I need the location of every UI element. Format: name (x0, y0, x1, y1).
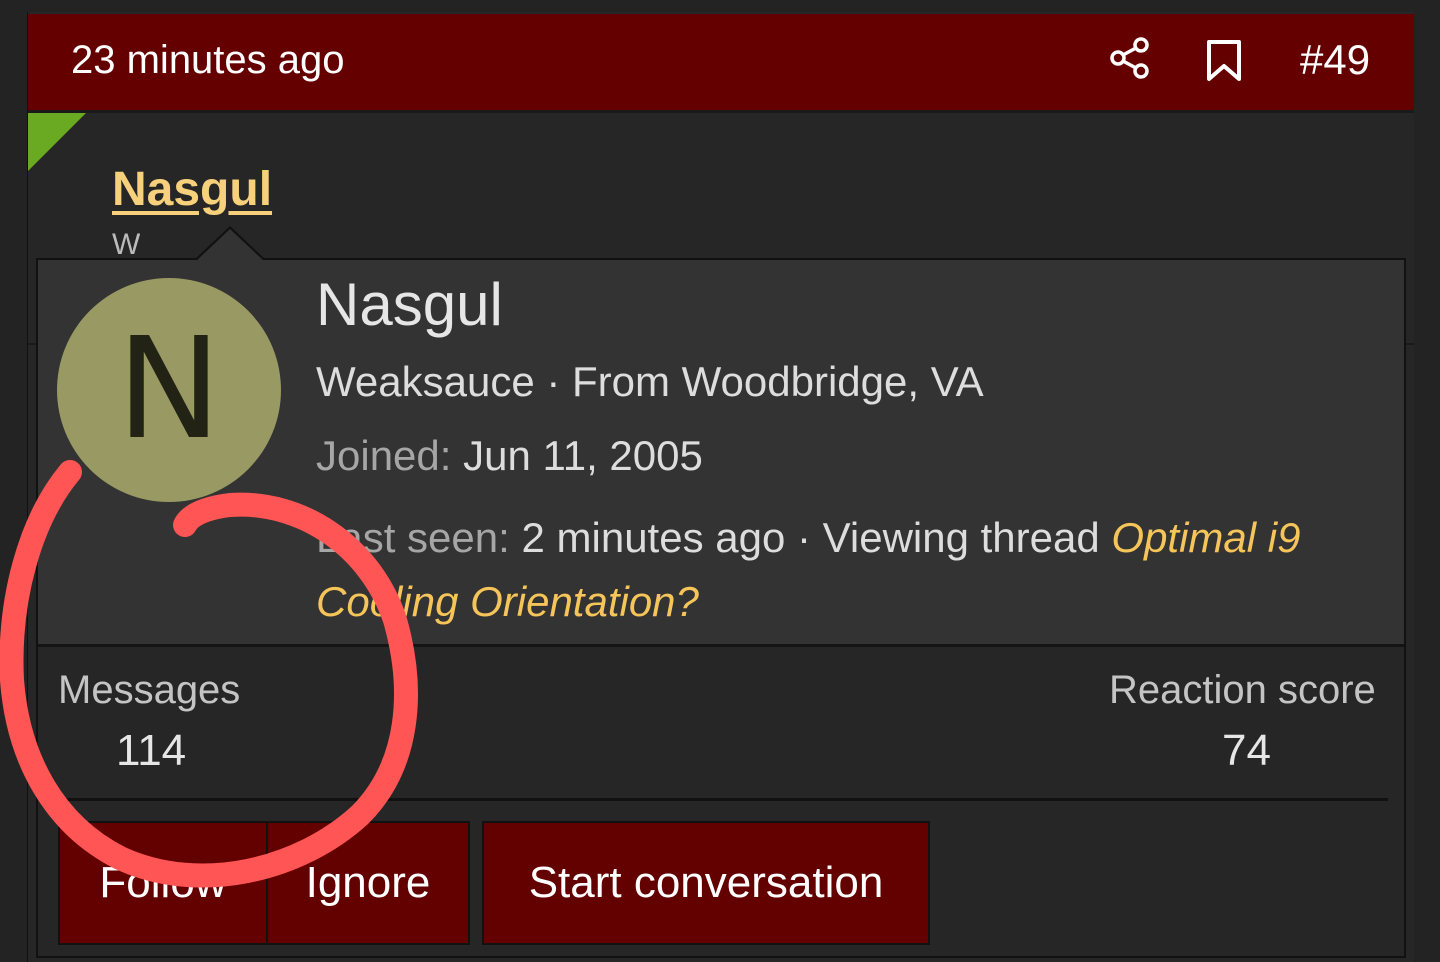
avatar-letter: N (116, 308, 222, 471)
last-seen-value: 2 minutes ago · Viewing thread (521, 514, 1100, 561)
messages-count[interactable]: 114 (116, 726, 186, 776)
stats-divider (58, 798, 1388, 801)
tooltip-arrow-fill (196, 229, 264, 261)
ignore-button[interactable]: Ignore (266, 821, 470, 945)
post-author-username[interactable]: Nasgul (112, 162, 272, 217)
messages-label: Messages (58, 668, 241, 712)
reaction-score-label: Reaction score (1109, 668, 1376, 712)
bookmark-icon[interactable] (1202, 38, 1246, 82)
joined-label: Joined: (316, 432, 452, 479)
member-joined: Joined: Jun 11, 2005 (316, 432, 703, 480)
post-timestamp[interactable]: 23 minutes ago (71, 38, 345, 83)
member-tooltip: N Nasgul Weaksauce · From Woodbridge, VA… (36, 226, 1406, 958)
reaction-score-value: 74 (1222, 726, 1271, 775)
start-conversation-button[interactable]: Start conversation (482, 821, 930, 945)
member-blurb: Weaksauce · From Woodbridge, VA (316, 358, 984, 405)
share-icon[interactable] (1108, 36, 1152, 80)
post-number-link[interactable]: #49 (1300, 36, 1370, 84)
unread-marker (28, 113, 86, 171)
member-tooltip-header: N Nasgul Weaksauce · From Woodbridge, VA… (38, 260, 1404, 647)
joined-date: Jun 11, 2005 (463, 432, 703, 479)
last-seen-label: Last seen: (316, 514, 510, 561)
member-name[interactable]: Nasgul (316, 270, 503, 339)
member-last-seen: Last seen: 2 minutes ago · Viewing threa… (316, 506, 1396, 634)
avatar[interactable]: N (57, 278, 281, 502)
post-header: 23 minutes ago #49 (28, 14, 1414, 113)
post-author-title: W (112, 228, 141, 258)
follow-button[interactable]: Follow (58, 821, 268, 945)
